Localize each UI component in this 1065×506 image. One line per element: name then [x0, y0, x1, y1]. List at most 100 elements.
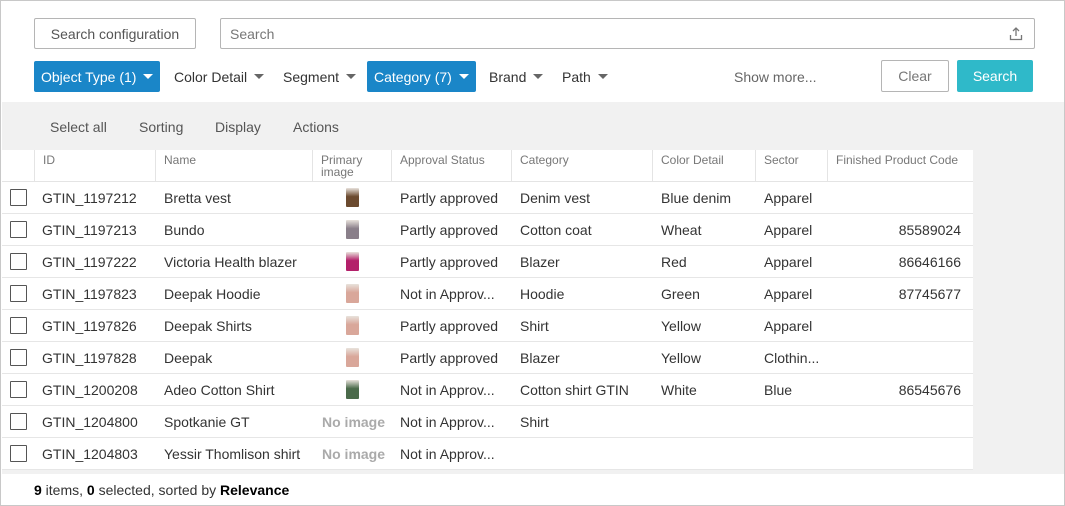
chevron-down-icon [533, 74, 544, 79]
cell-id: GTIN_1197826 [42, 317, 137, 334]
search-input[interactable] [221, 19, 1001, 48]
upload-icon[interactable] [1009, 27, 1023, 41]
item-count: 9 [34, 482, 42, 498]
product-thumbnail[interactable] [346, 348, 359, 367]
cell-category: Shirt [520, 413, 549, 430]
cell-color-detail [661, 438, 753, 469]
table-row[interactable]: GTIN_1204800 Spotkanie GT Not in Approv...… [2, 406, 973, 438]
header-checkbox-column [2, 150, 34, 182]
cell-approval-status: Partly approved [400, 253, 499, 270]
cell-id: GTIN_1204800 [42, 413, 138, 430]
clear-button[interactable]: Clear [881, 60, 949, 92]
search-box [220, 18, 1035, 49]
cell-color-detail: Green [661, 285, 700, 302]
product-thumbnail[interactable] [346, 220, 359, 239]
filter-brand[interactable]: Brand [482, 61, 550, 92]
table-row[interactable]: GTIN_1197823 Deepak Hoodie Not in Approv..… [2, 278, 973, 310]
column-header-primary-image[interactable]: Primary image [312, 150, 391, 182]
table-body: GTIN_1197212 Bretta vest Partly approved De… [2, 182, 973, 470]
column-header-finished-product-code[interactable]: Finished Product Code [827, 150, 973, 182]
show-more-link[interactable]: Show more... [734, 61, 816, 92]
table-row[interactable]: GTIN_1197222 Victoria Health blazer Partly… [2, 246, 973, 278]
product-thumbnail[interactable] [346, 380, 359, 399]
cell-finished-product-code: 86545676 [898, 381, 961, 398]
search-button[interactable]: Search [957, 60, 1033, 92]
cell-color-detail: Red [661, 253, 687, 270]
cell-color-detail: Blue denim [661, 189, 732, 206]
cell-id: GTIN_1197823 [42, 285, 137, 302]
chevron-down-icon [597, 74, 608, 79]
table-row[interactable]: GTIN_1200208 Adeo Cotton Shirt Not in Appr… [2, 374, 973, 406]
product-thumbnail[interactable] [346, 284, 359, 303]
row-checkbox[interactable] [10, 317, 27, 334]
cell-finished-product-code [832, 406, 961, 437]
cell-name: Deepak Hoodie [164, 285, 261, 302]
row-checkbox[interactable] [10, 189, 27, 206]
app-window: Search configuration Object Type (1) Colo… [0, 0, 1065, 506]
product-thumbnail[interactable] [346, 188, 359, 207]
cell-sector: Apparel [764, 253, 813, 270]
cell-color-detail: White [661, 381, 697, 398]
sorting-button[interactable]: Sorting [139, 117, 183, 137]
filter-label: Object Type (1) [41, 68, 137, 85]
cell-approval-status: Not in Approv... [400, 285, 495, 302]
filter-color-detail[interactable]: Color Detail [167, 61, 271, 92]
cell-name: Deepak Shirts [164, 317, 252, 334]
cell-category [520, 438, 650, 469]
cell-name: Adeo Cotton Shirt [164, 381, 275, 398]
search-configuration-button[interactable]: Search configuration [34, 18, 196, 49]
row-checkbox[interactable] [10, 221, 27, 238]
cell-name: Deepak [164, 349, 213, 366]
cell-id: GTIN_1197828 [42, 349, 137, 366]
cell-sector: Apparel [764, 221, 813, 238]
chevron-down-icon [254, 74, 265, 79]
table-row[interactable]: GTIN_1197212 Bretta vest Partly approved De… [2, 182, 973, 214]
cell-approval-status: Partly approved [400, 349, 499, 366]
table-row[interactable]: GTIN_1197826 Deepak Shirts Partly approved… [2, 310, 973, 342]
filter-path[interactable]: Path [555, 61, 615, 92]
product-thumbnail[interactable] [346, 252, 359, 271]
product-thumbnail[interactable] [346, 316, 359, 335]
cell-category: Denim vest [520, 189, 591, 206]
cell-approval-status: Not in Approv... [400, 445, 495, 462]
cell-sector: Apparel [764, 285, 813, 302]
filter-object-type[interactable]: Object Type (1) [34, 61, 161, 92]
cell-finished-product-code: 86646166 [898, 253, 961, 270]
cell-sector: Apparel [764, 317, 813, 334]
cell-sector [764, 438, 826, 469]
filter-category[interactable]: Category (7) [367, 61, 476, 92]
display-button[interactable]: Display [215, 117, 261, 137]
filter-label: Color Detail [174, 68, 248, 85]
result-summary: 9 items, 0 selected, sorted by Relevance [34, 482, 289, 498]
row-checkbox[interactable] [10, 445, 27, 462]
row-checkbox[interactable] [10, 413, 27, 430]
cell-id: GTIN_1197213 [42, 221, 137, 238]
cell-id: GTIN_1204803 [42, 445, 138, 462]
column-header-sector[interactable]: Sector [755, 150, 827, 182]
selected-text: selected, sorted by [94, 482, 221, 498]
cell-name: Yessir Thomlison shirt [164, 445, 301, 462]
filter-segment[interactable]: Segment [276, 61, 363, 92]
select-all-button[interactable]: Select all [50, 117, 107, 137]
column-header-approval-status[interactable]: Approval Status [391, 150, 511, 182]
table-row[interactable]: GTIN_1197213 Bundo Partly approved Cotton c… [2, 214, 973, 246]
table-row[interactable]: GTIN_1197828 Deepak Partly approved Blazer Y… [2, 342, 973, 374]
column-header-color-detail[interactable]: Color Detail [652, 150, 755, 182]
row-checkbox[interactable] [10, 381, 27, 398]
cell-name: Victoria Health blazer [164, 253, 297, 270]
cell-category: Cotton shirt GTIN [520, 381, 629, 398]
row-checkbox[interactable] [10, 349, 27, 366]
table-row[interactable]: GTIN_1204803 Yessir Thomlison shirt Not in… [2, 438, 973, 470]
cell-color-detail: Wheat [661, 221, 702, 238]
cell-color-detail [661, 406, 753, 437]
cell-category: Blazer [520, 253, 560, 270]
row-checkbox[interactable] [10, 285, 27, 302]
actions-button[interactable]: Actions [293, 117, 339, 137]
cell-category: Blazer [520, 349, 560, 366]
column-header-category[interactable]: Category [511, 150, 652, 182]
row-checkbox[interactable] [10, 253, 27, 270]
column-header-id[interactable]: ID [34, 150, 155, 182]
column-header-name[interactable]: Name [155, 150, 312, 182]
table-header: ID Name Primary image Approval Status Ca… [2, 150, 973, 182]
no-image-label: No image [322, 413, 386, 430]
